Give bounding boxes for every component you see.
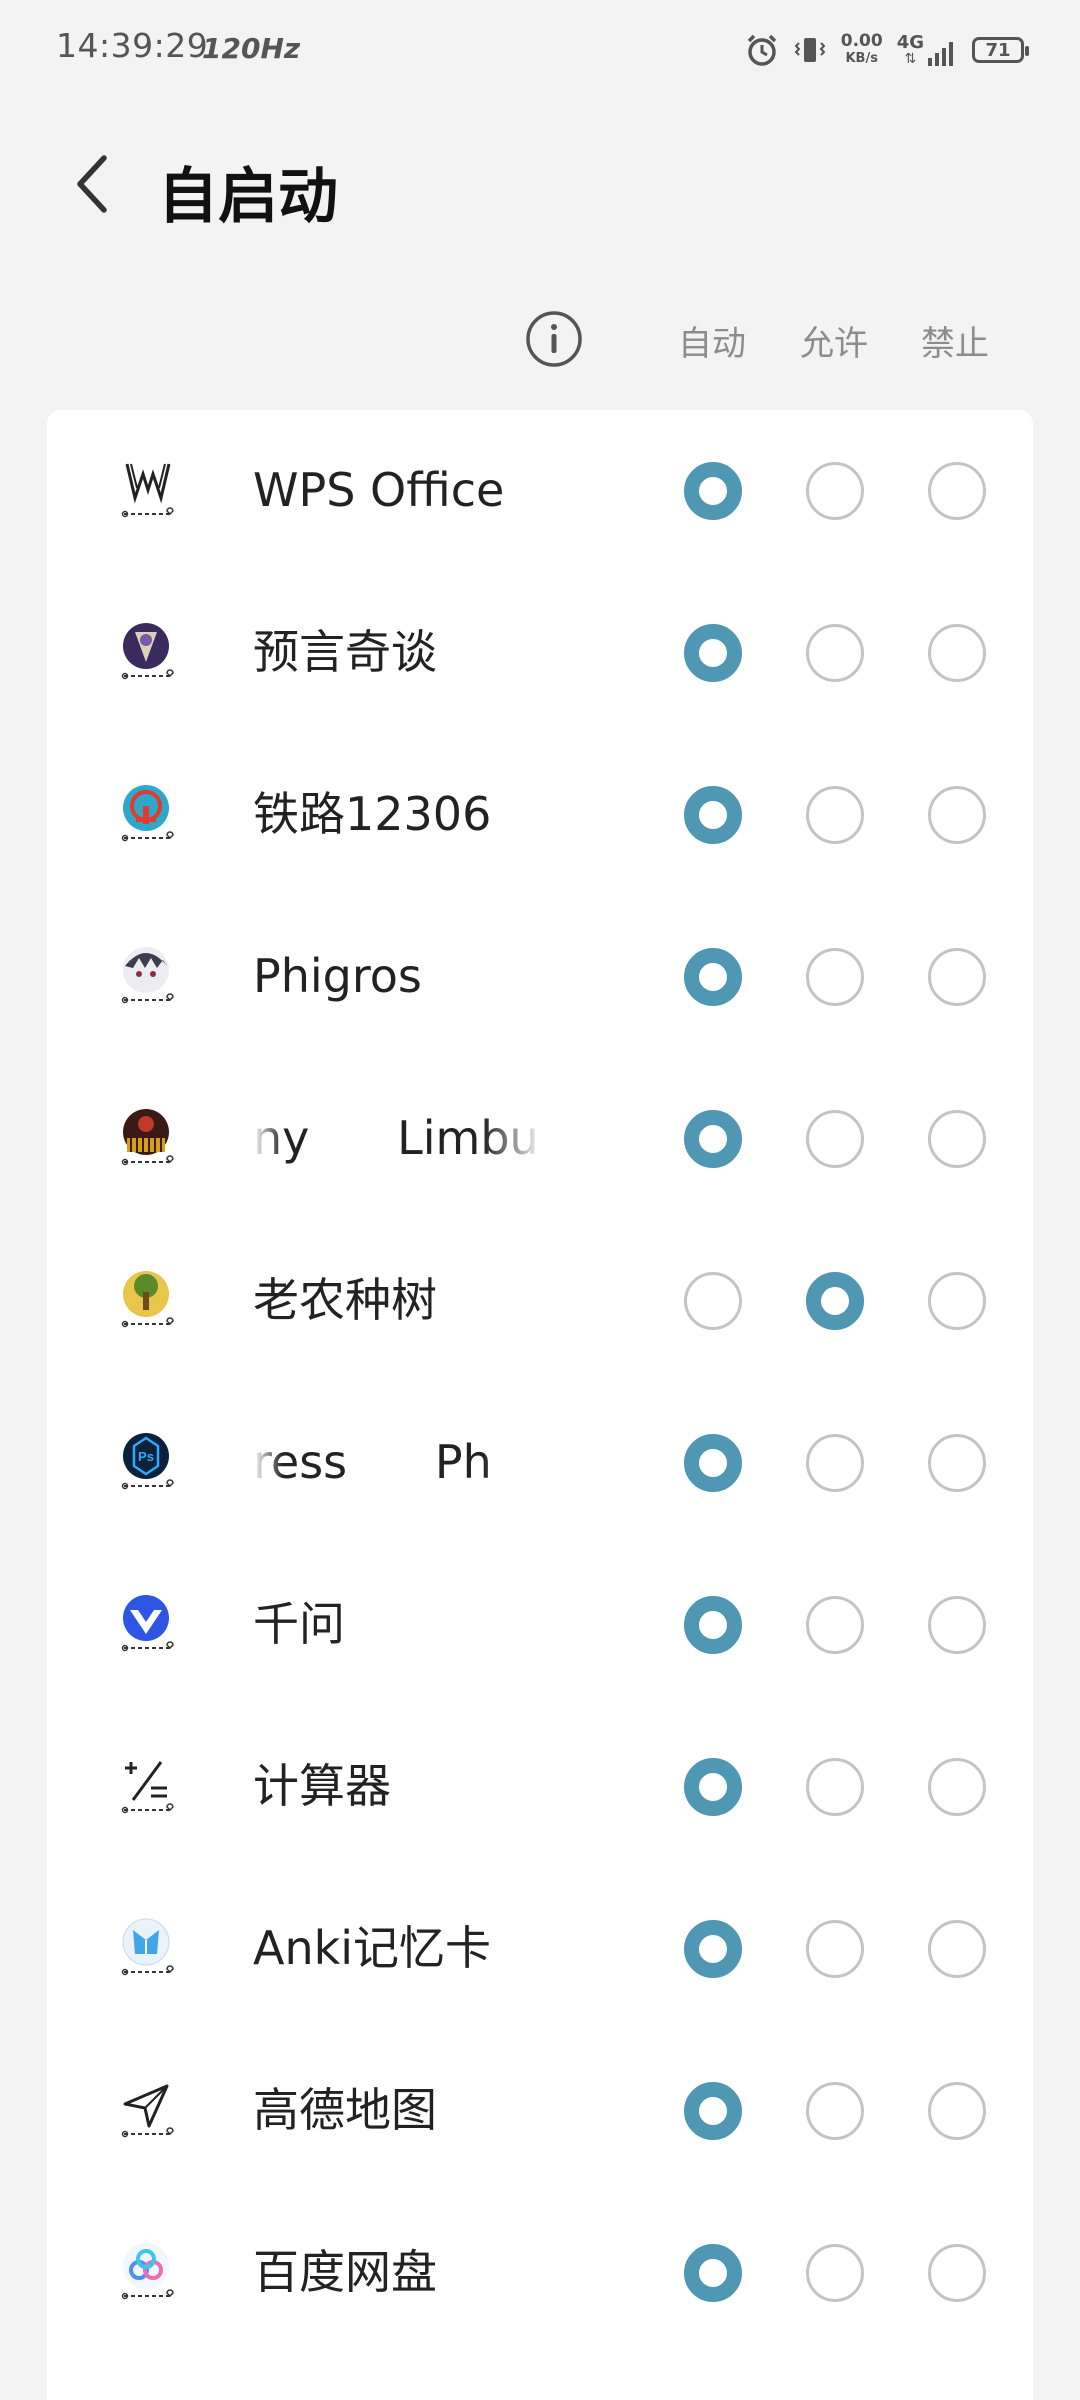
radio-deny[interactable]	[928, 1920, 986, 1978]
radio-allow[interactable]	[806, 1758, 864, 1816]
anki-icon	[121, 1918, 174, 1976]
radio-auto[interactable]	[684, 1758, 742, 1816]
tree-icon	[121, 1271, 174, 1328]
vibrate-icon	[794, 38, 826, 62]
baidu-netdisk-icon	[121, 2243, 174, 2300]
status-bar: 14:39:29 120Hz 0.00 KB/s 4G ⇅ 71	[0, 0, 1080, 100]
cellular-signal: 4G ⇅	[897, 34, 958, 66]
railway-12306-icon	[121, 785, 174, 842]
refresh-rate: 120Hz	[202, 32, 301, 65]
app-name: Phigros	[253, 949, 422, 1003]
radio-deny[interactable]	[928, 1272, 986, 1330]
data-arrows-icon: ⇅	[904, 51, 917, 67]
list-item: 千问	[47, 1544, 1033, 1706]
app-name: 预言奇谈	[253, 625, 437, 679]
radio-auto[interactable]	[684, 786, 742, 844]
info-button[interactable]	[525, 310, 583, 368]
limbus-icon	[121, 1109, 174, 1166]
amap-icon	[121, 2084, 174, 2138]
list-item: 老农种树	[47, 1220, 1033, 1382]
list-item: 百度网盘	[47, 2192, 1033, 2354]
radio-allow[interactable]	[806, 948, 864, 1006]
list-item: 铁路12306	[47, 734, 1033, 896]
radio-auto[interactable]	[684, 624, 742, 682]
battery-indicator: 71	[972, 37, 1029, 63]
svg-text:Ps: Ps	[138, 1449, 154, 1464]
radio-deny[interactable]	[928, 2244, 986, 2302]
list-item: 预言奇谈	[47, 572, 1033, 734]
radio-allow[interactable]	[806, 1272, 864, 1330]
radio-allow[interactable]	[806, 1434, 864, 1492]
radio-deny[interactable]	[928, 948, 986, 1006]
wps-icon	[121, 463, 174, 518]
radio-allow[interactable]	[806, 1596, 864, 1654]
list-item: WPS Office	[47, 410, 1033, 572]
radio-auto[interactable]	[684, 1596, 742, 1654]
list-item: 高德地图	[47, 2030, 1033, 2192]
network-type: 4G	[896, 32, 924, 53]
status-time: 14:39:29	[56, 26, 209, 65]
app-name: 计算器	[253, 1759, 391, 1813]
app-name: WPS Office	[253, 463, 505, 517]
list-item: Phigros	[47, 896, 1033, 1058]
radio-auto[interactable]	[684, 1920, 742, 1978]
info-icon	[526, 311, 582, 367]
radio-allow[interactable]	[806, 2082, 864, 2140]
photoshop-express-icon: Ps	[121, 1433, 174, 1490]
radio-allow[interactable]	[806, 624, 864, 682]
list-item: Anki记忆卡	[47, 1868, 1033, 2030]
app-name: 老农种树	[253, 1273, 437, 1327]
app-name: ny Limbu	[253, 1111, 539, 1165]
chevron-left-icon	[77, 155, 107, 213]
app-name: ress Ph	[253, 1435, 492, 1489]
app-name: 百度网盘	[253, 2245, 437, 2299]
radio-deny[interactable]	[928, 462, 986, 520]
list-item: ny Limbu	[47, 1058, 1033, 1220]
column-header-allow: 允许	[800, 324, 868, 364]
calculator-icon	[121, 1761, 174, 1814]
list-item: 计算器	[47, 1706, 1033, 1868]
page-title: 自启动	[158, 162, 338, 232]
radio-auto[interactable]	[684, 948, 742, 1006]
back-button[interactable]	[62, 150, 122, 218]
qianwen-icon	[121, 1595, 174, 1652]
radio-deny[interactable]	[928, 2082, 986, 2140]
radio-allow[interactable]	[806, 2244, 864, 2302]
signal-icon	[928, 42, 953, 66]
status-icons: 0.00 KB/s 4G ⇅ 71	[745, 24, 1029, 76]
app-list: WPS Office 预言奇谈 铁路12306 Phigros ny Limbu…	[47, 410, 1033, 2400]
radio-deny[interactable]	[928, 624, 986, 682]
app-name: 铁路12306	[253, 787, 492, 841]
app-name: 千问	[253, 1597, 345, 1651]
radio-deny[interactable]	[928, 1434, 986, 1492]
radio-deny[interactable]	[928, 1596, 986, 1654]
yuyanqitan-icon	[121, 623, 174, 680]
net-speed: 0.00 KB/s	[840, 31, 883, 67]
radio-auto[interactable]	[684, 1434, 742, 1492]
radio-auto[interactable]	[684, 1110, 742, 1168]
column-header-auto: 自动	[678, 324, 746, 364]
radio-allow[interactable]	[806, 462, 864, 520]
app-name: 高德地图	[253, 2083, 437, 2137]
radio-deny[interactable]	[928, 1110, 986, 1168]
radio-allow[interactable]	[806, 1920, 864, 1978]
phigros-icon	[121, 947, 174, 1004]
radio-deny[interactable]	[928, 1758, 986, 1816]
alarm-icon	[747, 34, 776, 66]
radio-allow[interactable]	[806, 1110, 864, 1168]
radio-auto[interactable]	[684, 462, 742, 520]
radio-auto[interactable]	[684, 2082, 742, 2140]
app-name: Anki记忆卡	[253, 1921, 492, 1975]
list-item: Ps ress Ph	[47, 1382, 1033, 1544]
radio-allow[interactable]	[806, 786, 864, 844]
radio-auto[interactable]	[684, 1272, 742, 1330]
radio-deny[interactable]	[928, 786, 986, 844]
radio-auto[interactable]	[684, 2244, 742, 2302]
column-header-deny: 禁止	[921, 324, 989, 364]
